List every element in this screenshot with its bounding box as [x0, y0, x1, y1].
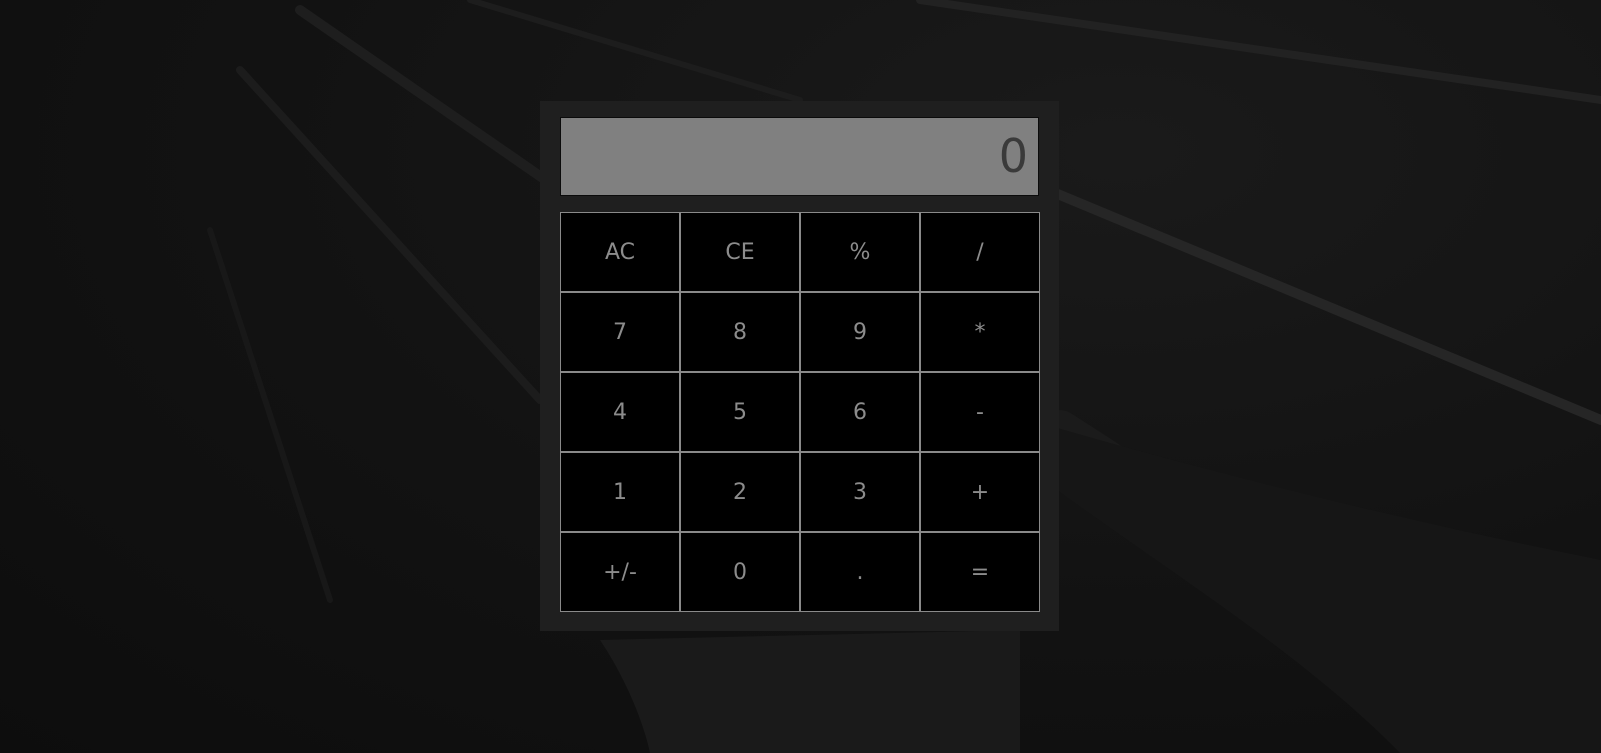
- toggle-sign-button[interactable]: +/-: [560, 532, 680, 612]
- digit-3-button[interactable]: 3: [800, 452, 920, 532]
- clear-entry-button[interactable]: CE: [680, 212, 800, 292]
- calculator: 0 AC CE % / 7 8 9 * 4 5 6 - 1 2 3 + +/- …: [540, 101, 1059, 631]
- digit-0-button[interactable]: 0: [680, 532, 800, 612]
- divide-button[interactable]: /: [920, 212, 1040, 292]
- all-clear-button[interactable]: AC: [560, 212, 680, 292]
- decimal-point-button[interactable]: .: [800, 532, 920, 612]
- keypad: AC CE % / 7 8 9 * 4 5 6 - 1 2 3 + +/- 0 …: [560, 212, 1040, 612]
- multiply-button[interactable]: *: [920, 292, 1040, 372]
- digit-6-button[interactable]: 6: [800, 372, 920, 452]
- equals-button[interactable]: =: [920, 532, 1040, 612]
- digit-2-button[interactable]: 2: [680, 452, 800, 532]
- digit-5-button[interactable]: 5: [680, 372, 800, 452]
- digit-8-button[interactable]: 8: [680, 292, 800, 372]
- digit-7-button[interactable]: 7: [560, 292, 680, 372]
- digit-9-button[interactable]: 9: [800, 292, 920, 372]
- digit-4-button[interactable]: 4: [560, 372, 680, 452]
- percent-button[interactable]: %: [800, 212, 920, 292]
- subtract-button[interactable]: -: [920, 372, 1040, 452]
- add-button[interactable]: +: [920, 452, 1040, 532]
- digit-1-button[interactable]: 1: [560, 452, 680, 532]
- calculator-display: 0: [560, 117, 1039, 196]
